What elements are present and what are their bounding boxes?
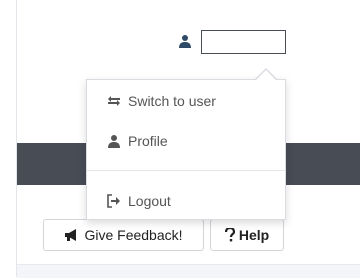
menu-caret-fill <box>256 70 276 80</box>
question-icon <box>224 228 235 242</box>
menu-item-profile[interactable]: Profile <box>107 130 168 152</box>
username-field[interactable] <box>201 30 286 54</box>
menu-item-label: Profile <box>128 133 168 149</box>
give-feedback-label: Give Feedback! <box>84 227 183 243</box>
help-label: Help <box>238 227 270 243</box>
page-left-edge <box>0 0 17 277</box>
user-icon <box>107 134 121 148</box>
menu-item-label: Switch to user <box>128 93 216 109</box>
user-dropdown-menu: Switch to user Profile Logout <box>86 79 286 220</box>
content-area-top <box>17 264 360 278</box>
switch-user-icon <box>107 94 121 108</box>
menu-divider <box>87 170 285 171</box>
megaphone-icon <box>64 228 80 242</box>
user-icon[interactable] <box>178 34 192 48</box>
logout-icon <box>107 194 121 208</box>
menu-item-logout[interactable]: Logout <box>107 190 171 212</box>
menu-item-switch-user[interactable]: Switch to user <box>107 90 216 112</box>
help-button[interactable]: Help <box>210 219 284 251</box>
menu-item-label: Logout <box>128 193 171 209</box>
give-feedback-button[interactable]: Give Feedback! <box>43 219 204 251</box>
